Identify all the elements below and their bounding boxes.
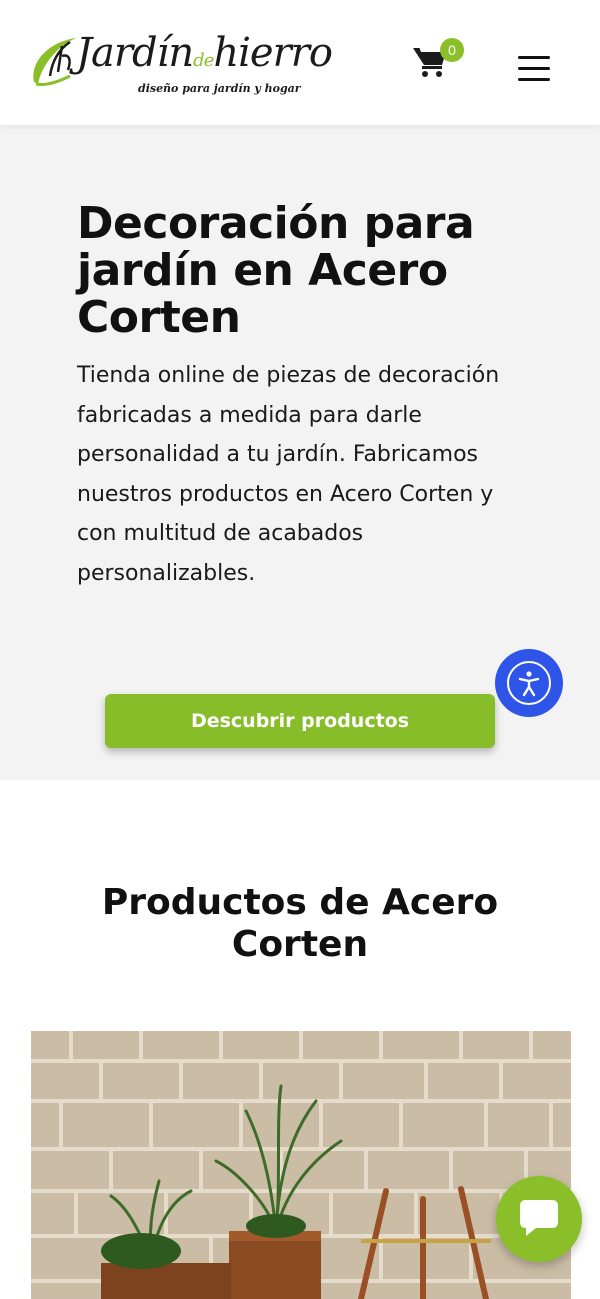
chat-bubble-icon (520, 1200, 558, 1236)
accessibility-icon (507, 661, 551, 705)
cart-button[interactable]: 0 (412, 38, 464, 86)
logo-word-hierro: hierro (213, 30, 333, 76)
product-photo[interactable] (31, 1031, 571, 1299)
cart-count-badge: 0 (440, 38, 464, 62)
logo-word-jardin: Jardín (76, 30, 194, 76)
product-photo-art (31, 1031, 571, 1299)
hamburger-menu-icon (518, 56, 550, 59)
logo-tagline: diseño para jardín y hogar (138, 82, 301, 95)
hamburger-line (518, 67, 550, 70)
logo-wordmark: Jardíndehierro (76, 30, 333, 76)
site-logo[interactable]: Jardíndehierro diseño para jardín y hoga… (28, 30, 358, 102)
logo-word-de: de (193, 50, 214, 71)
hamburger-line (518, 78, 550, 81)
discover-products-button[interactable]: Descubrir productos (105, 694, 495, 748)
products-section-title: Productos de Acero Corten (101, 882, 499, 965)
hero-title: Decoración para jardín en Acero Corten (77, 198, 475, 343)
accessibility-button[interactable] (495, 649, 563, 717)
hero-description: Tienda online de piezas de decoración fa… (77, 363, 500, 586)
hamburger-menu-button[interactable] (518, 56, 554, 84)
chat-button[interactable] (496, 1176, 582, 1262)
site-header: Jardíndehierro diseño para jardín y hoga… (0, 0, 600, 125)
